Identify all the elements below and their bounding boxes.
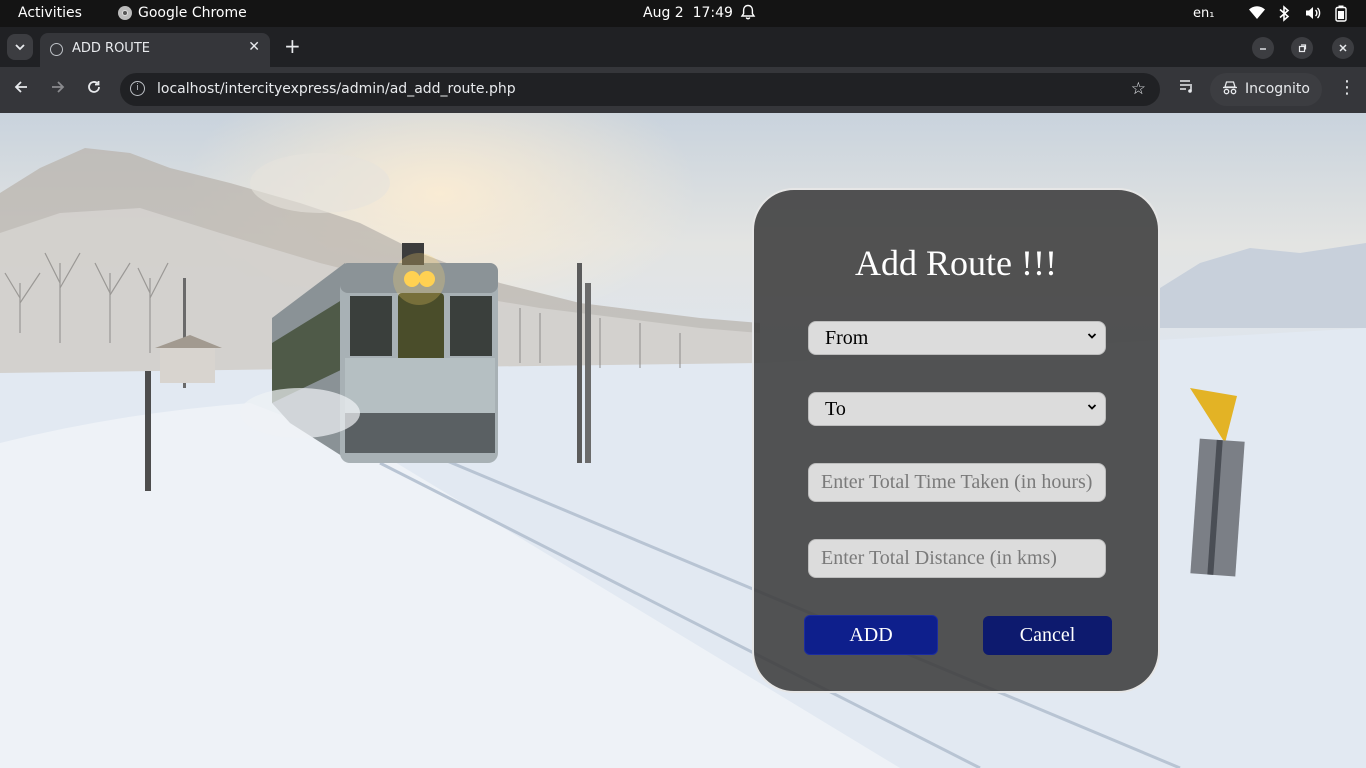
add-button[interactable]: ADD: [804, 615, 938, 655]
from-select-value: From: [825, 327, 869, 349]
minimize-button[interactable]: [1252, 37, 1274, 59]
time-text: 17:49: [692, 5, 733, 21]
incognito-indicator[interactable]: Incognito: [1210, 73, 1322, 106]
activities-button[interactable]: Activities: [18, 5, 82, 21]
tab-strip: ADD ROUTE ✕ +: [0, 27, 1366, 67]
clock[interactable]: Aug 2 17:49: [643, 5, 733, 21]
time-taken-input[interactable]: Enter Total Time Taken (in hours): [808, 463, 1106, 502]
tab-title: ADD ROUTE: [72, 41, 150, 56]
site-info-icon[interactable]: i: [130, 81, 145, 96]
tab-active[interactable]: ADD ROUTE ✕: [40, 33, 270, 67]
tab-close-icon[interactable]: ✕: [248, 39, 260, 55]
more-menu-icon[interactable]: ⋮: [1338, 77, 1356, 98]
distance-placeholder: Enter Total Distance (in kms): [821, 547, 1057, 569]
restore-icon: [1298, 44, 1307, 53]
wifi-icon[interactable]: [1248, 5, 1266, 25]
volume-icon[interactable]: [1304, 5, 1322, 25]
incognito-icon: [1222, 81, 1238, 99]
bluetooth-icon[interactable]: [1278, 5, 1290, 26]
language-indicator[interactable]: en₁: [1193, 6, 1214, 21]
minimize-icon: [1260, 48, 1266, 50]
reload-icon: [88, 81, 100, 93]
snowy-train-background-image: [0, 148, 1366, 768]
new-tab-button[interactable]: +: [284, 34, 301, 58]
tab-search-button[interactable]: [7, 34, 33, 60]
browser-toolbar: i localhost/intercityexpress/admin/ad_ad…: [0, 67, 1366, 113]
cancel-button[interactable]: Cancel: [983, 616, 1112, 655]
battery-icon[interactable]: [1335, 5, 1347, 26]
back-button[interactable]: [13, 79, 29, 100]
to-select-value: To: [825, 398, 846, 420]
media-controls-icon[interactable]: [1179, 79, 1195, 97]
chevron-down-icon: [1087, 333, 1097, 339]
notification-bell-icon: [740, 4, 756, 25]
date-text: Aug 2: [643, 5, 684, 21]
chevron-down-icon: [15, 43, 25, 50]
distance-input[interactable]: Enter Total Distance (in kms): [808, 539, 1106, 578]
chrome-icon: [118, 6, 132, 20]
restore-button[interactable]: [1291, 37, 1313, 59]
arrow-left-icon: [14, 81, 27, 93]
app-menu[interactable]: Google Chrome: [118, 5, 247, 21]
reload-button[interactable]: [86, 79, 102, 100]
close-window-button[interactable]: [1332, 37, 1354, 59]
forward-button[interactable]: [50, 79, 66, 100]
add-route-form-card: Add Route !!! From To Enter Total Time T…: [752, 188, 1160, 693]
to-select[interactable]: To: [808, 392, 1106, 426]
globe-icon: [50, 43, 63, 56]
close-icon: [1339, 44, 1347, 52]
address-bar[interactable]: i localhost/intercityexpress/admin/ad_ad…: [120, 73, 1160, 106]
page-viewport: Add Route !!! From To Enter Total Time T…: [0, 113, 1366, 768]
system-top-bar: Activities Google Chrome Aug 2 17:49 en₁: [0, 0, 1366, 27]
incognito-label: Incognito: [1245, 81, 1310, 97]
chevron-down-icon: [1087, 404, 1097, 410]
from-select[interactable]: From: [808, 321, 1106, 355]
form-heading: Add Route !!!: [855, 243, 1057, 283]
arrow-right-icon: [52, 81, 65, 93]
time-taken-placeholder: Enter Total Time Taken (in hours): [821, 471, 1093, 493]
url-text[interactable]: localhost/intercityexpress/admin/ad_add_…: [157, 81, 516, 97]
bookmark-star-icon[interactable]: ☆: [1131, 79, 1146, 99]
app-name: Google Chrome: [138, 5, 247, 21]
